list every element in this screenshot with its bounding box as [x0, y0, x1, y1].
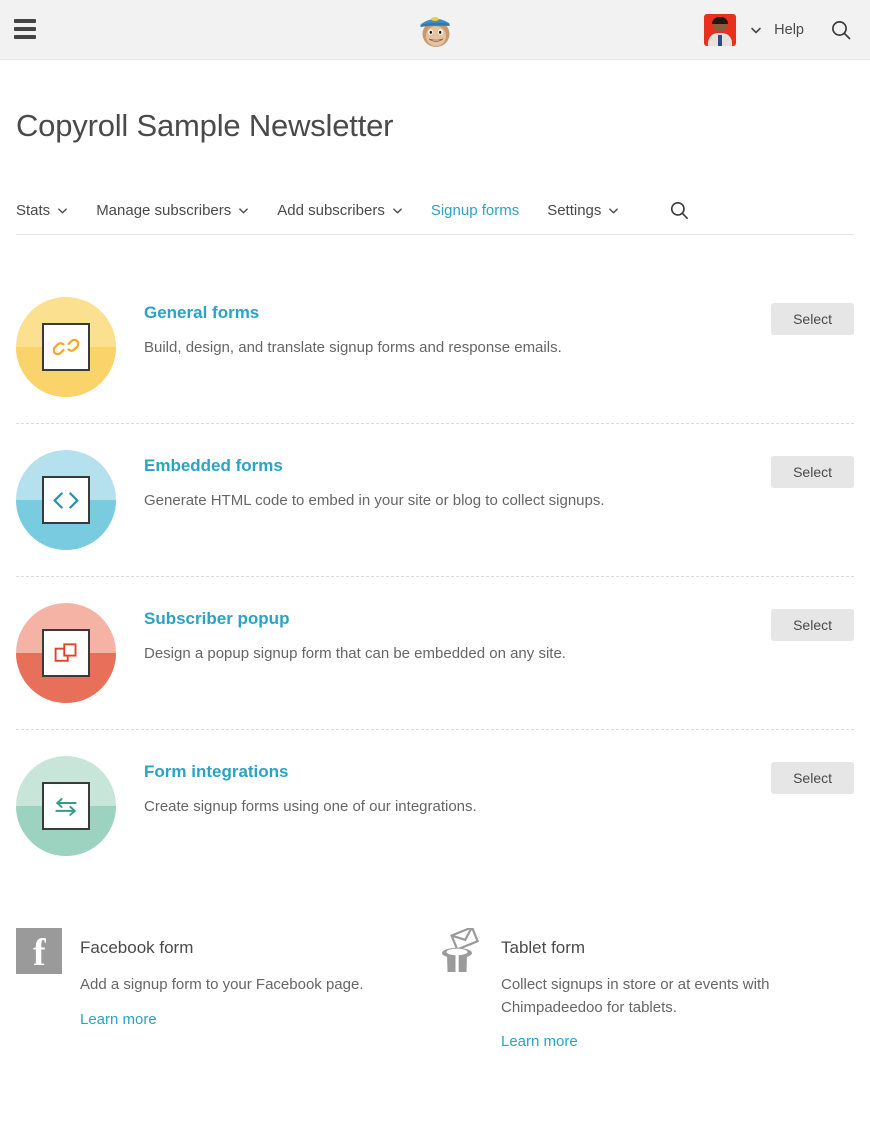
tab-label: Stats [16, 202, 51, 219]
user-avatar[interactable] [704, 14, 737, 46]
avatar-hair [712, 17, 729, 24]
select-button[interactable]: Select [771, 609, 854, 641]
hamburger-bar [14, 19, 36, 23]
icon-tile [42, 782, 90, 830]
learn-more-link[interactable]: Learn more [501, 1033, 578, 1050]
form-option-row[interactable]: Subscriber popup Design a popup signup f… [16, 577, 854, 730]
chevron-down-svg [609, 208, 619, 214]
form-option-title[interactable]: General forms [144, 303, 259, 323]
tab-label: Add subscribers [277, 202, 385, 219]
avatar-tie [718, 35, 723, 46]
popup-squares-svg [54, 643, 77, 662]
magic-hat-envelope-icon [435, 925, 487, 982]
promo-description: Add a signup form to your Facebook page. [80, 976, 364, 993]
form-option-title[interactable]: Embedded forms [144, 456, 283, 476]
tab-label: Manage subscribers [96, 202, 232, 219]
form-option-body: Embedded forms Generate HTML code to emb… [144, 450, 771, 511]
topbar-right-cluster: Help [704, 0, 852, 60]
hamburger-bar [14, 35, 36, 39]
tab-signup-forms[interactable]: Signup forms [431, 202, 519, 219]
chevron-down-svg [239, 208, 249, 214]
form-option-row[interactable]: Form integrations Create signup forms us… [16, 730, 854, 882]
form-option-description: Design a popup signup form that can be e… [144, 645, 566, 662]
tab-label: Settings [547, 202, 602, 219]
search-svg [671, 201, 689, 219]
chevron-down-svg [751, 27, 761, 34]
two-way-arrows-icon [16, 756, 116, 856]
list-nav-tabs: Stats Manage subscribers Add subscribers [16, 200, 854, 235]
mailchimp-freddie-logo[interactable] [413, 8, 457, 52]
form-option-body: Subscriber popup Design a popup signup f… [144, 603, 771, 664]
chain-link-svg [53, 338, 79, 356]
code-brackets-svg [53, 491, 79, 509]
facebook-f-glyph: f [33, 932, 46, 974]
exchange-arrows-svg [55, 797, 77, 816]
signup-form-options-list: General forms Build, design, and transla… [16, 271, 854, 882]
promo-title: Tablet form [501, 938, 586, 957]
form-option-description: Build, design, and translate signup form… [144, 339, 562, 356]
icon-tile [42, 629, 90, 677]
page-content: Copyroll Sample Newsletter Stats Manage … [0, 108, 870, 1051]
chevron-down-icon [57, 205, 68, 216]
chevron-down-icon [392, 205, 403, 216]
icon-tile [42, 323, 90, 371]
chevron-down-icon [238, 205, 249, 216]
promo-description: Collect signups in store or at events wi… [501, 976, 770, 1016]
facebook-icon: f [16, 928, 66, 982]
tab-manage-subscribers[interactable]: Manage subscribers [96, 202, 249, 219]
chevron-down-icon [608, 205, 619, 216]
hamburger-bar [14, 27, 36, 31]
facebook-square: f [16, 928, 62, 974]
form-option-row[interactable]: General forms Build, design, and transla… [16, 271, 854, 424]
tab-settings[interactable]: Settings [547, 202, 619, 219]
form-option-description: Create signup forms using one of our int… [144, 798, 477, 815]
promo-body: Tablet form Collect signups in store or … [501, 928, 854, 1051]
form-option-body: General forms Build, design, and transla… [144, 297, 771, 358]
chevron-down-svg [58, 208, 68, 214]
chevron-down-svg [392, 208, 402, 214]
magic-hat-svg [442, 925, 480, 972]
form-option-description: Generate HTML code to embed in your site… [144, 492, 605, 509]
top-navigation-bar: Help [0, 0, 870, 60]
promo-body: Facebook form Add a signup form to your … [80, 928, 375, 1051]
promo-tablet-form: Tablet form Collect signups in store or … [435, 925, 854, 1051]
tab-stats[interactable]: Stats [16, 202, 68, 219]
code-brackets-icon [16, 450, 116, 550]
select-button[interactable]: Select [771, 303, 854, 335]
popup-windows-icon [16, 603, 116, 703]
link-chain-icon [16, 297, 116, 397]
form-option-row[interactable]: Embedded forms Generate HTML code to emb… [16, 424, 854, 577]
select-button[interactable]: Select [771, 456, 854, 488]
topbar-search-icon[interactable] [830, 19, 852, 41]
account-chevron-down-icon[interactable] [750, 24, 762, 36]
promo-title: Facebook form [80, 938, 194, 957]
form-option-body: Form integrations Create signup forms us… [144, 756, 771, 817]
learn-more-link[interactable]: Learn more [80, 1011, 157, 1028]
promo-facebook-form: f Facebook form Add a signup form to you… [16, 928, 435, 1051]
icon-tile [42, 476, 90, 524]
promo-section: f Facebook form Add a signup form to you… [16, 925, 854, 1051]
form-option-title[interactable]: Subscriber popup [144, 609, 289, 629]
tab-add-subscribers[interactable]: Add subscribers [277, 202, 403, 219]
list-search-icon[interactable] [669, 200, 690, 221]
freddie-svg [420, 17, 450, 47]
tab-label: Signup forms [430, 202, 520, 219]
page-title: Copyroll Sample Newsletter [16, 108, 394, 143]
select-button[interactable]: Select [771, 762, 854, 794]
search-svg [832, 21, 851, 40]
help-link[interactable]: Help [774, 22, 804, 38]
form-option-title[interactable]: Form integrations [144, 762, 289, 782]
hamburger-menu-icon[interactable] [14, 19, 36, 40]
